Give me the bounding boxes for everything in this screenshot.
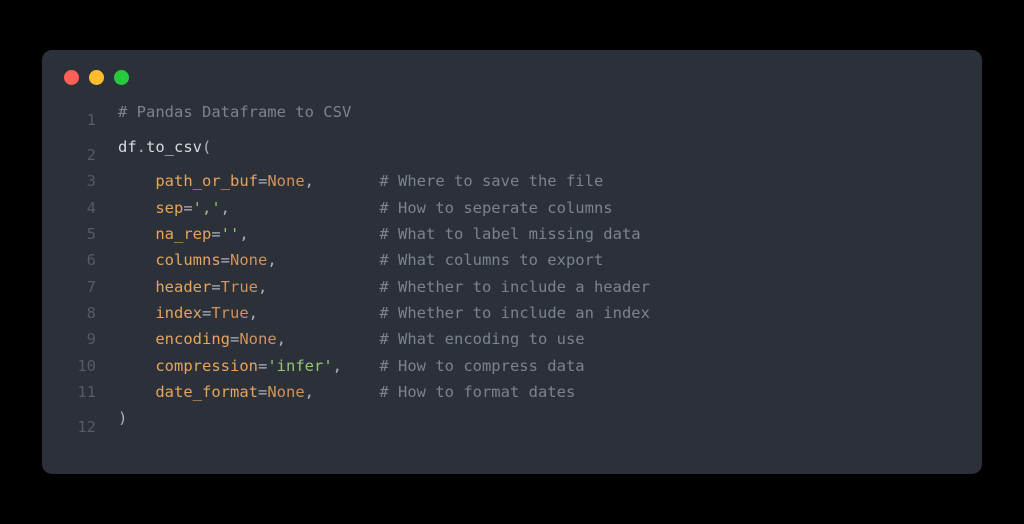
token-ident: to_csv — [146, 134, 202, 160]
code-line: 11 date_format=None, # How to format dat… — [62, 379, 962, 405]
close-icon[interactable] — [64, 70, 79, 85]
inline-comment: # How to seperate columns — [379, 195, 612, 221]
token-dot: . — [137, 134, 146, 160]
line-number: 11 — [62, 379, 96, 405]
code-line: 1 # Pandas Dataframe to CSV — [62, 99, 962, 134]
line-content: encoding=None, # What encoding to use — [118, 326, 962, 352]
line-number: 6 — [62, 247, 96, 273]
line-number: 4 — [62, 195, 96, 221]
code-line: 7 header=True, # Whether to include a he… — [62, 274, 962, 300]
line-number: 12 — [62, 414, 96, 440]
token-param: date_format — [155, 379, 258, 405]
line-content: columns=None, # What columns to export — [118, 247, 962, 273]
line-content: index=True, # Whether to include an inde… — [118, 300, 962, 326]
line-content: date_format=None, # How to format dates — [118, 379, 962, 405]
code-area: 1# Pandas Dataframe to CSV2df.to_csv(3 p… — [42, 97, 982, 450]
token-param: sep — [155, 195, 183, 221]
code-line: 9 encoding=None, # What encoding to use — [62, 326, 962, 352]
inline-comment: # What to label missing data — [379, 221, 640, 247]
line-content: # Pandas Dataframe to CSV — [118, 99, 962, 125]
token-punct: = — [230, 326, 239, 352]
line-content: compression='infer', # How to compress d… — [118, 353, 962, 379]
token-param: path_or_buf — [155, 168, 258, 194]
token-value-bool: True — [221, 274, 258, 300]
token-punct: , — [249, 300, 258, 326]
token-punct: , — [258, 274, 267, 300]
token-punct: = — [211, 221, 220, 247]
token-value-none: None — [239, 326, 276, 352]
token-string: ',' — [193, 195, 221, 221]
token-param: encoding — [155, 326, 230, 352]
code-line: 6 columns=None, # What columns to export — [62, 247, 962, 273]
line-number: 5 — [62, 221, 96, 247]
token-value-none: None — [267, 379, 304, 405]
token-param: na_rep — [155, 221, 211, 247]
inline-comment: # Where to save the file — [379, 168, 603, 194]
code-window: 1# Pandas Dataframe to CSV2df.to_csv(3 p… — [42, 50, 982, 474]
inline-comment: # How to format dates — [379, 379, 575, 405]
line-content: header=True, # Whether to include a head… — [118, 274, 962, 300]
token-punct: , — [277, 326, 286, 352]
code-line: 12) — [62, 405, 962, 440]
code-line: 5 na_rep='', # What to label missing dat… — [62, 221, 962, 247]
token-punct: = — [211, 274, 220, 300]
line-number: 9 — [62, 326, 96, 352]
token-param: header — [155, 274, 211, 300]
line-number: 8 — [62, 300, 96, 326]
token-punct: = — [221, 247, 230, 273]
line-number: 1 — [62, 107, 96, 133]
token-punct: = — [258, 353, 267, 379]
token-comment: # Pandas Dataframe to CSV — [118, 99, 351, 125]
token-ident: df — [118, 134, 137, 160]
token-punct: = — [183, 195, 192, 221]
token-punct: = — [258, 168, 267, 194]
token-param: columns — [155, 247, 220, 273]
token-punct: ( — [202, 134, 211, 160]
code-line: 3 path_or_buf=None, # Where to save the … — [62, 168, 962, 194]
token-value-none: None — [230, 247, 267, 273]
token-param: compression — [155, 353, 258, 379]
minimize-icon[interactable] — [89, 70, 104, 85]
token-punct: = — [202, 300, 211, 326]
token-punct: , — [239, 221, 248, 247]
line-number: 2 — [62, 142, 96, 168]
inline-comment: # Whether to include a header — [379, 274, 650, 300]
token-param: index — [155, 300, 202, 326]
line-content: ) — [118, 405, 962, 431]
token-punct: , — [221, 195, 230, 221]
token-punct: , — [305, 379, 314, 405]
maximize-icon[interactable] — [114, 70, 129, 85]
inline-comment: # What columns to export — [379, 247, 603, 273]
token-punct: = — [258, 379, 267, 405]
inline-comment: # Whether to include an index — [379, 300, 650, 326]
line-number: 7 — [62, 274, 96, 300]
line-content: sep=',', # How to seperate columns — [118, 195, 962, 221]
token-value-bool: True — [211, 300, 248, 326]
line-number: 10 — [62, 353, 96, 379]
code-line: 10 compression='infer', # How to compres… — [62, 353, 962, 379]
line-content: path_or_buf=None, # Where to save the fi… — [118, 168, 962, 194]
token-punct: ) — [118, 405, 127, 431]
titlebar — [42, 50, 982, 97]
code-line: 2 df.to_csv( — [62, 134, 962, 169]
inline-comment: # How to compress data — [379, 353, 584, 379]
line-content: na_rep='', # What to label missing data — [118, 221, 962, 247]
token-punct: , — [305, 168, 314, 194]
inline-comment: # What encoding to use — [379, 326, 584, 352]
token-string: 'infer' — [267, 353, 332, 379]
line-number: 3 — [62, 168, 96, 194]
token-punct: , — [267, 247, 276, 273]
token-string: '' — [221, 221, 240, 247]
code-line: 4 sep=',', # How to seperate columns — [62, 195, 962, 221]
code-line: 8 index=True, # Whether to include an in… — [62, 300, 962, 326]
token-punct: , — [333, 353, 342, 379]
token-value-none: None — [267, 168, 304, 194]
line-content: df.to_csv( — [118, 134, 962, 160]
